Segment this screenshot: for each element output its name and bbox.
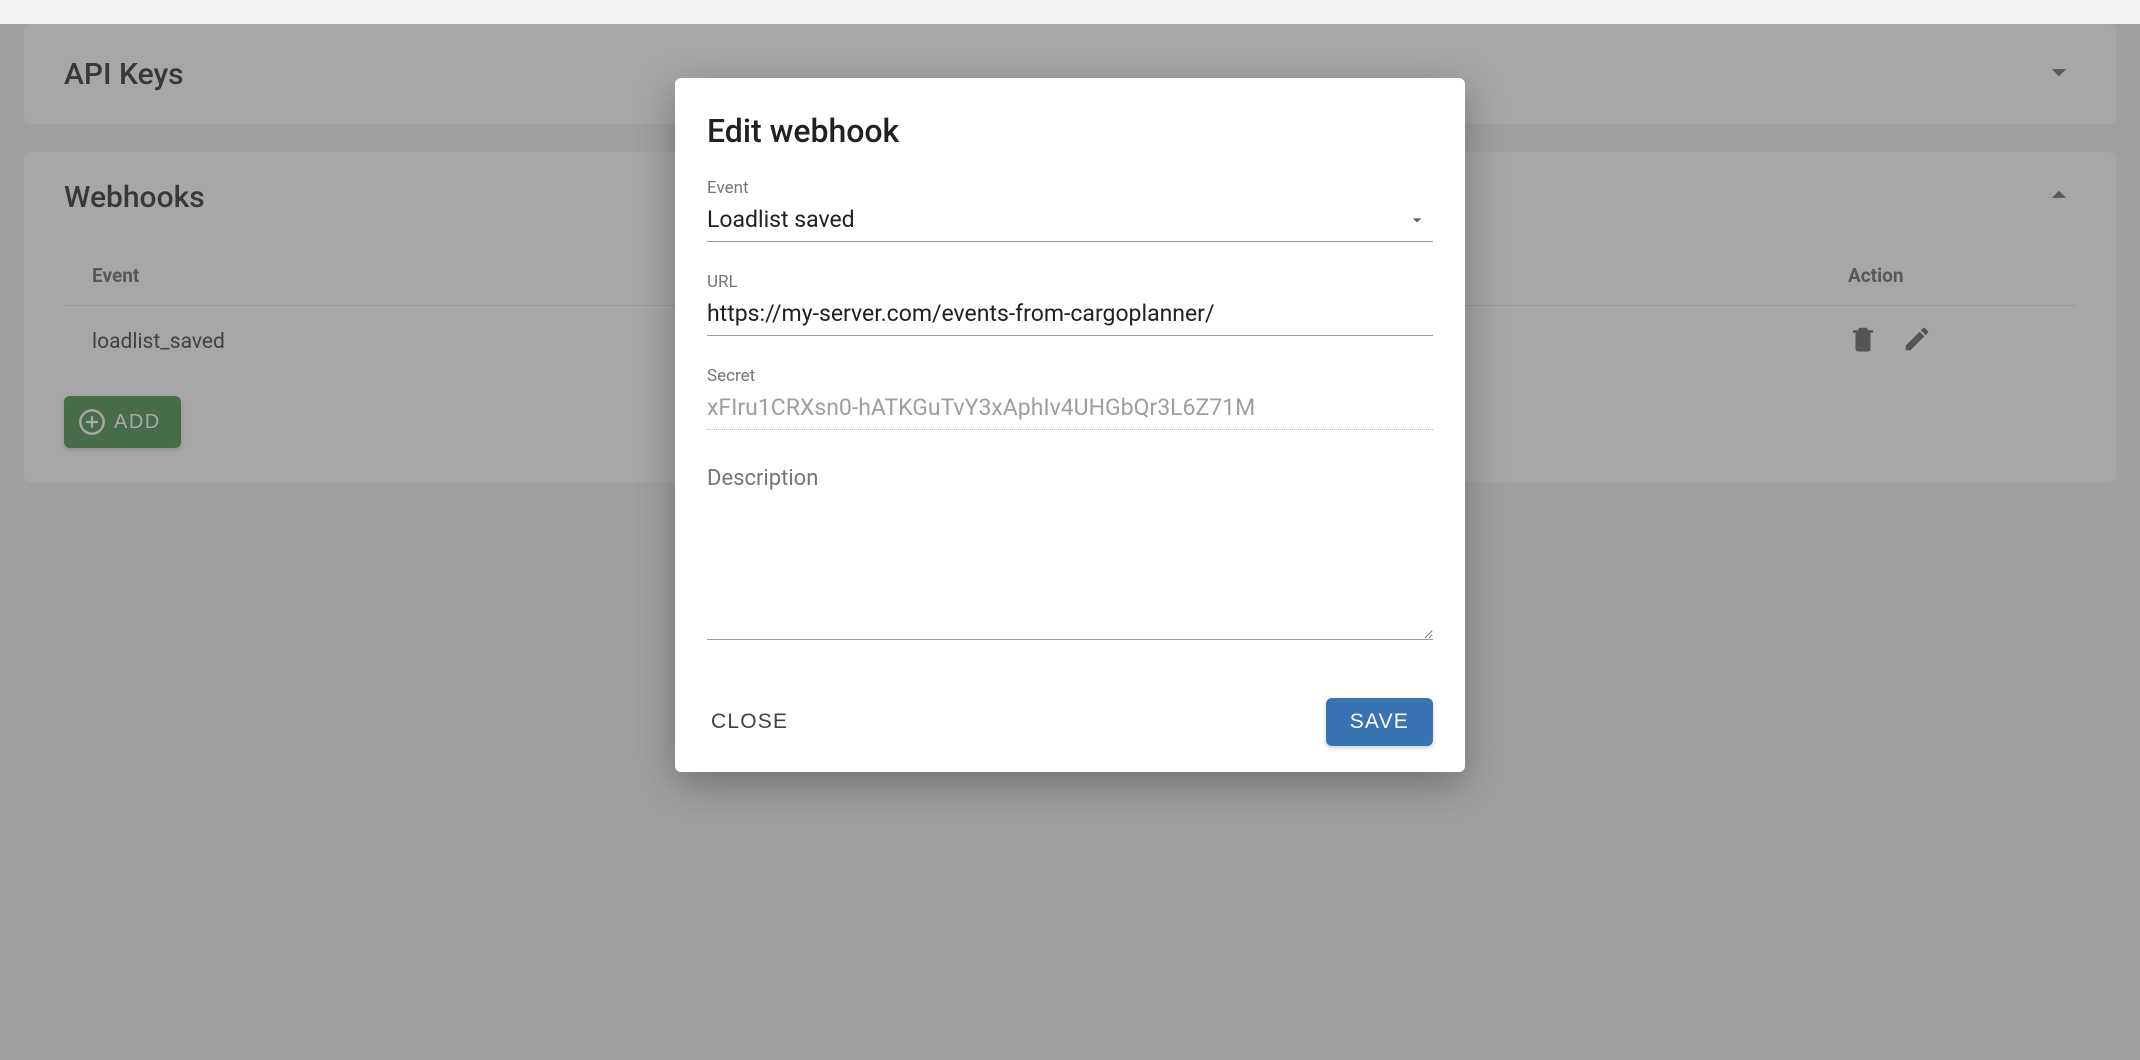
secret-label: Secret [707, 366, 1433, 386]
event-field: Event Loadlist saved [707, 178, 1433, 242]
description-textarea[interactable] [707, 460, 1433, 640]
dialog-actions: CLOSE SAVE [707, 698, 1433, 746]
save-button[interactable]: SAVE [1326, 698, 1433, 746]
url-field: URL [707, 272, 1433, 336]
dropdown-caret-icon[interactable] [1407, 210, 1427, 234]
secret-value: xFIru1CRXsn0-hATKGuTvY3xAphIv4UHGbQr3L6Z… [707, 390, 1433, 430]
url-input[interactable] [707, 296, 1433, 336]
close-button[interactable]: CLOSE [707, 702, 792, 742]
event-select[interactable]: Loadlist saved [707, 202, 1433, 242]
url-label: URL [707, 272, 1433, 292]
event-label: Event [707, 178, 1433, 198]
edit-webhook-dialog: Edit webhook Event Loadlist saved URL Se… [675, 78, 1465, 772]
description-field [707, 460, 1433, 644]
secret-field: Secret xFIru1CRXsn0-hATKGuTvY3xAphIv4UHG… [707, 366, 1433, 430]
dialog-title: Edit webhook [707, 112, 1433, 150]
